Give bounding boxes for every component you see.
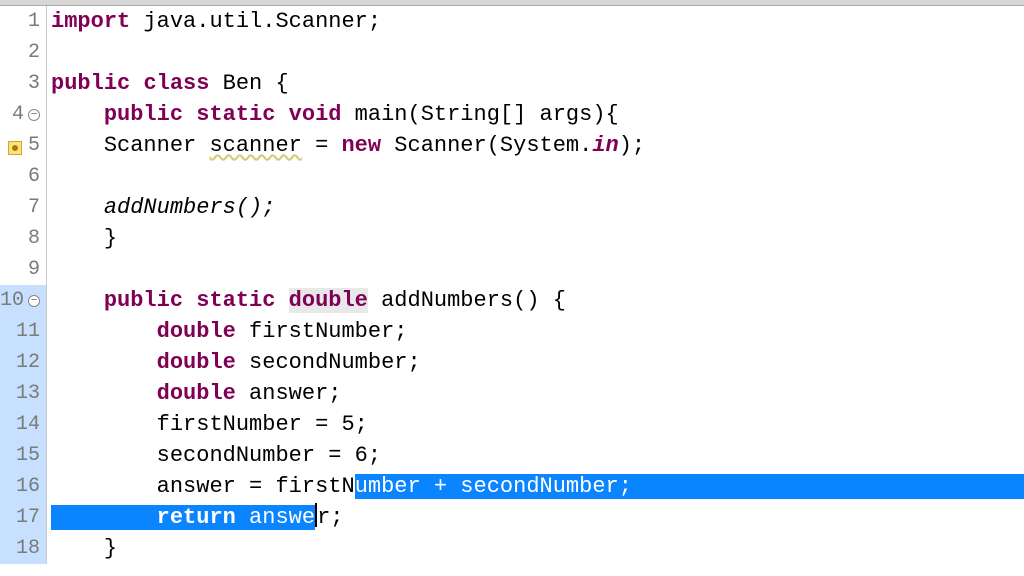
line-number-gutter: 1 2 3 4− 5 6 7 8 9 10− 11 12 13 14 15 16… xyxy=(0,6,47,564)
code-line[interactable] xyxy=(51,161,1024,192)
code-line[interactable]: answer = firstNumber + secondNumber; xyxy=(51,471,1024,502)
code-line[interactable]: import java.util.Scanner; xyxy=(51,6,1024,37)
line-number: 8 xyxy=(0,223,40,254)
code-line[interactable]: return answer; xyxy=(51,502,1024,533)
code-line[interactable] xyxy=(51,254,1024,285)
code-line[interactable]: } xyxy=(51,533,1024,564)
line-number: 14 xyxy=(0,409,40,440)
code-line[interactable]: double secondNumber; xyxy=(51,347,1024,378)
code-editor[interactable]: 1 2 3 4− 5 6 7 8 9 10− 11 12 13 14 15 16… xyxy=(0,6,1024,564)
code-line[interactable]: addNumbers(); xyxy=(51,192,1024,223)
line-number: 13 xyxy=(0,378,40,409)
fold-toggle-icon[interactable]: − xyxy=(28,109,40,121)
line-number: 18 xyxy=(0,533,40,564)
line-number: 7 xyxy=(0,192,40,223)
text-selection[interactable] xyxy=(632,474,1024,499)
code-line[interactable] xyxy=(51,37,1024,68)
line-number: 11 xyxy=(0,316,40,347)
code-line[interactable]: public static double addNumbers() { xyxy=(51,285,1024,316)
line-number: 1 xyxy=(0,6,40,37)
text-selection[interactable]: umber + secondNumber; xyxy=(355,474,632,499)
code-line[interactable]: double answer; xyxy=(51,378,1024,409)
fold-toggle-icon[interactable]: − xyxy=(28,295,40,307)
line-number: 17 xyxy=(0,502,40,533)
line-number: 5 xyxy=(0,130,40,161)
code-line[interactable]: double firstNumber; xyxy=(51,316,1024,347)
line-number: 4− xyxy=(0,99,40,130)
code-line[interactable]: public static void main(String[] args){ xyxy=(51,99,1024,130)
line-number: 6 xyxy=(0,161,40,192)
line-number: 12 xyxy=(0,347,40,378)
code-area[interactable]: import java.util.Scanner; public class B… xyxy=(47,6,1024,564)
code-line[interactable]: } xyxy=(51,223,1024,254)
line-number: 9 xyxy=(0,254,40,285)
code-line[interactable]: firstNumber = 5; xyxy=(51,409,1024,440)
text-caret xyxy=(315,503,317,527)
line-number: 3 xyxy=(0,68,40,99)
line-number: 10− xyxy=(0,285,40,316)
code-line[interactable]: public class Ben { xyxy=(51,68,1024,99)
code-line[interactable]: Scanner scanner = new Scanner(System.in)… xyxy=(51,130,1024,161)
line-number: 16 xyxy=(0,471,40,502)
code-line[interactable]: secondNumber = 6; xyxy=(51,440,1024,471)
text-selection[interactable]: return answe xyxy=(51,505,315,530)
line-number: 15 xyxy=(0,440,40,471)
line-number: 2 xyxy=(0,37,40,68)
warning-icon[interactable] xyxy=(8,141,22,155)
